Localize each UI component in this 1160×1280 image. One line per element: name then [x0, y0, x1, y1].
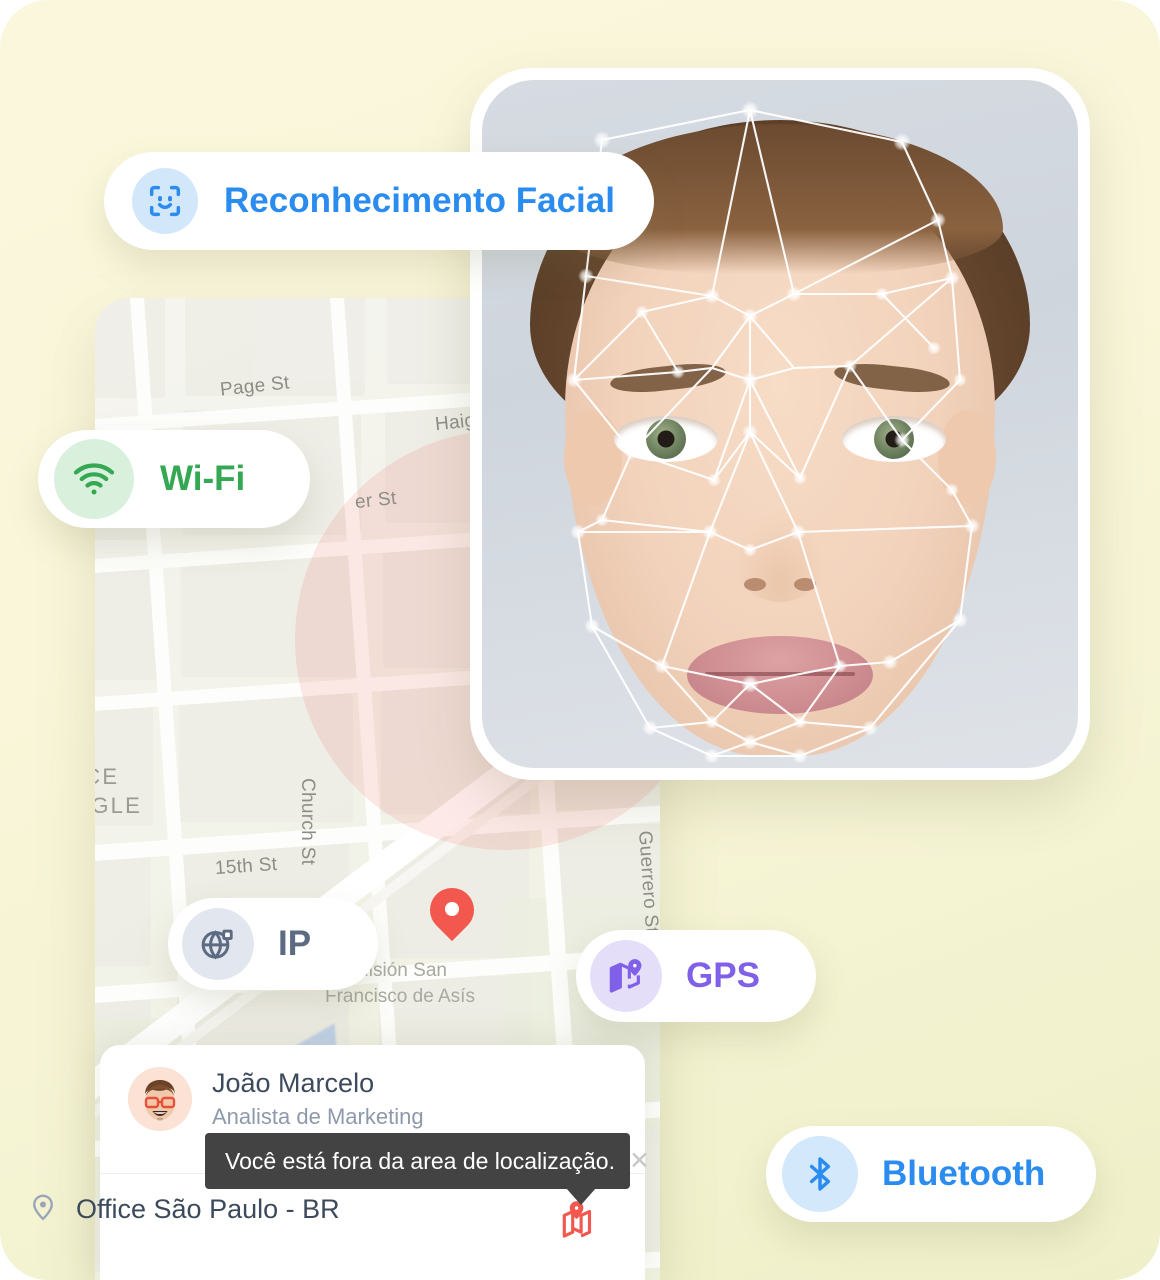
face-id-icon — [132, 168, 198, 234]
destination-pin-icon[interactable] — [420, 878, 484, 946]
street-label: Church St — [297, 778, 318, 866]
pill-facial-recognition[interactable]: Reconhecimento Facial — [104, 152, 654, 250]
pill-gps[interactable]: GPS — [576, 930, 816, 1022]
neighborhood-label: UBOCE RIANGLE — [95, 763, 142, 820]
pill-label-wifi: Wi-Fi — [160, 459, 246, 498]
pill-label-bluetooth: Bluetooth — [882, 1154, 1046, 1193]
pill-wifi[interactable]: Wi-Fi — [38, 430, 310, 528]
location-text: Office São Paulo - BR — [76, 1194, 340, 1224]
pill-label-facial-recognition: Reconhecimento Facial — [224, 181, 615, 220]
user-role: Analista de Marketing — [212, 1104, 424, 1130]
location-pin-icon — [28, 1192, 58, 1227]
pill-ip[interactable]: IP — [168, 898, 378, 990]
open-map-button[interactable] — [558, 1200, 600, 1242]
neighborhood-line-1: UBOCE — [95, 764, 120, 789]
globe-network-icon — [182, 908, 254, 980]
user-name: João Marcelo — [212, 1067, 375, 1098]
illustration-stage: Page St Haight St er St Church St 14th S… — [0, 0, 1160, 1280]
user-text: João Marcelo Analista de Marketing — [212, 1068, 424, 1130]
user-row[interactable]: João Marcelo Analista de Marketing — [100, 1045, 645, 1131]
tooltip-message: Você está fora da area de localização. — [225, 1147, 615, 1174]
pill-label-ip: IP — [278, 924, 312, 963]
pill-bluetooth[interactable]: Bluetooth — [766, 1126, 1096, 1222]
neighborhood-line-2: RIANGLE — [95, 792, 142, 818]
location-row[interactable]: Office São Paulo - BR — [28, 1192, 340, 1227]
wifi-icon — [54, 439, 134, 519]
close-icon[interactable]: ✕ — [629, 1148, 650, 1174]
street-label: er St — [353, 487, 398, 514]
bluetooth-icon — [782, 1136, 858, 1212]
map-pin-icon — [590, 940, 662, 1012]
place-line-2: Francisco de Asís — [325, 985, 475, 1007]
tooltip-arrow — [566, 1188, 596, 1205]
pill-label-gps: GPS — [686, 956, 760, 995]
street-label: 15th St — [214, 853, 278, 880]
location-warning-tooltip[interactable]: Você está fora da area de localização. ✕ — [205, 1133, 650, 1189]
avatar — [128, 1067, 192, 1131]
